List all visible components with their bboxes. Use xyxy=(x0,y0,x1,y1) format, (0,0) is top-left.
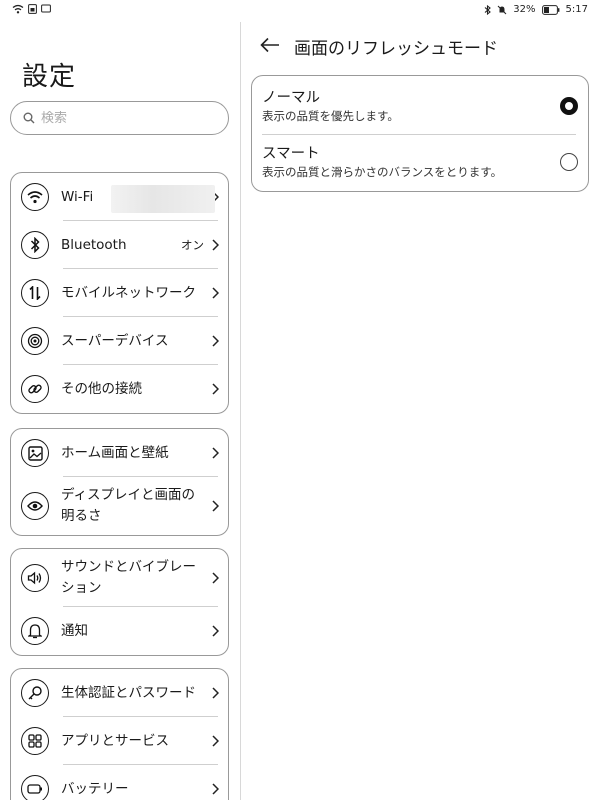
settings-item-battery[interactable]: バッテリー xyxy=(11,765,228,800)
chevron-right-icon xyxy=(208,447,222,459)
radio-smart[interactable] xyxy=(560,153,578,171)
wifi-network-name-redacted xyxy=(111,185,215,213)
bell-icon xyxy=(21,617,49,645)
wifi-status-icon xyxy=(12,4,24,14)
chevron-right-icon xyxy=(208,335,222,347)
search-icon xyxy=(23,109,35,128)
settings-item-apps-services[interactable]: アプリとサービス xyxy=(11,717,228,765)
option-description: 表示の品質と滑らかさのバランスをとります。 xyxy=(262,165,503,179)
sim-status-icon xyxy=(28,4,37,14)
wallpaper-icon xyxy=(21,439,49,467)
settings-item-label: Bluetooth xyxy=(61,236,127,253)
settings-item-mobile-network[interactable]: モバイルネットワーク xyxy=(11,269,228,317)
link-icon xyxy=(21,375,49,403)
option-description: 表示の品質を優先します。 xyxy=(262,109,399,123)
settings-item-notifications[interactable]: 通知 xyxy=(11,607,228,655)
settings-item-home-wallpaper[interactable]: ホーム画面と壁紙 xyxy=(11,429,228,477)
settings-item-label: スーパーデバイス xyxy=(61,332,169,349)
settings-item-bluetooth[interactable]: Bluetooth オン xyxy=(11,221,228,269)
wifi-icon xyxy=(21,183,49,211)
radio-normal-selected[interactable] xyxy=(560,97,578,115)
settings-item-label: ホーム画面と壁紙 xyxy=(61,444,169,461)
battery-percent: 32% xyxy=(513,4,536,15)
option-divider xyxy=(262,134,576,135)
settings-item-label: アプリとサービス xyxy=(61,732,169,749)
clock: 5:17 xyxy=(565,4,588,15)
refresh-mode-options: ノーマル 表示の品質を優先します。 スマート 表示の品質と滑らかさのバランスをと… xyxy=(251,75,589,192)
back-arrow-icon[interactable] xyxy=(260,37,280,57)
settings-group-connectivity: Wi-Fi Bluetooth オン モバイルネットワーク スーパーデバイス そ… xyxy=(10,172,229,414)
pane-divider xyxy=(240,22,241,800)
battery-status-icon xyxy=(541,4,560,15)
chevron-right-icon xyxy=(208,383,222,395)
detail-header: 画面のリフレッシュモード xyxy=(260,34,498,59)
settings-group-sound: サウンドとバイブレー ション 通知 xyxy=(10,548,229,656)
chevron-right-icon xyxy=(208,783,222,795)
apps-grid-icon xyxy=(21,727,49,755)
settings-item-label: バッテリー xyxy=(61,780,129,797)
status-bar: 32% 5:17 xyxy=(0,0,600,22)
status-right: 32% 5:17 xyxy=(484,4,588,15)
chevron-right-icon xyxy=(208,500,222,512)
speaker-icon xyxy=(21,564,49,592)
chevron-right-icon xyxy=(208,287,222,299)
settings-group-display: ホーム画面と壁紙 ディスプレイと画面の 明るさ xyxy=(10,428,229,536)
settings-item-display-brightness[interactable]: ディスプレイと画面の 明るさ xyxy=(11,477,228,535)
key-icon xyxy=(21,679,49,707)
chevron-right-icon xyxy=(208,687,222,699)
eye-icon xyxy=(21,492,49,520)
settings-item-label: モバイルネットワーク xyxy=(61,284,196,301)
bluetooth-status-value: オン xyxy=(181,238,204,252)
settings-item-label: その他の接続 xyxy=(61,380,142,397)
settings-item-sound-vibration[interactable]: サウンドとバイブレー ション xyxy=(11,549,228,607)
search-box[interactable] xyxy=(10,101,229,135)
settings-item-label: 生体認証とパスワード xyxy=(61,684,196,701)
page-title: 設定 xyxy=(22,62,77,92)
detail-title: 画面のリフレッシュモード xyxy=(294,39,498,59)
bluetooth-status-icon xyxy=(484,4,492,15)
mobile-network-icon xyxy=(21,279,49,307)
chevron-right-icon xyxy=(208,625,222,637)
settings-item-biometrics-password[interactable]: 生体認証とパスワード xyxy=(11,669,228,717)
settings-item-label: 通知 xyxy=(61,622,88,639)
bluetooth-icon xyxy=(21,231,49,259)
chevron-right-icon xyxy=(208,572,222,584)
settings-group-security: 生体認証とパスワード アプリとサービス バッテリー xyxy=(10,668,229,800)
option-title: スマート xyxy=(262,146,320,162)
option-title: ノーマル xyxy=(262,90,320,106)
settings-item-label: サウンドとバイブレー ション xyxy=(61,559,196,596)
battery-icon xyxy=(21,775,49,800)
settings-item-label: ディスプレイと画面の 明るさ xyxy=(61,487,196,524)
settings-item-super-device[interactable]: スーパーデバイス xyxy=(11,317,228,365)
chevron-right-icon xyxy=(208,735,222,747)
settings-item-other-connections[interactable]: その他の接続 xyxy=(11,365,228,413)
mute-bell-icon xyxy=(497,5,507,15)
super-device-icon xyxy=(21,327,49,355)
chevron-right-icon xyxy=(208,239,222,251)
settings-item-wifi[interactable]: Wi-Fi xyxy=(11,173,228,221)
option-smart[interactable]: スマート 表示の品質と滑らかさのバランスをとります。 xyxy=(262,144,580,180)
screen-status-icon xyxy=(41,4,51,14)
search-input[interactable] xyxy=(41,110,201,126)
option-normal[interactable]: ノーマル 表示の品質を優先します。 xyxy=(262,88,580,124)
status-left xyxy=(12,4,51,14)
